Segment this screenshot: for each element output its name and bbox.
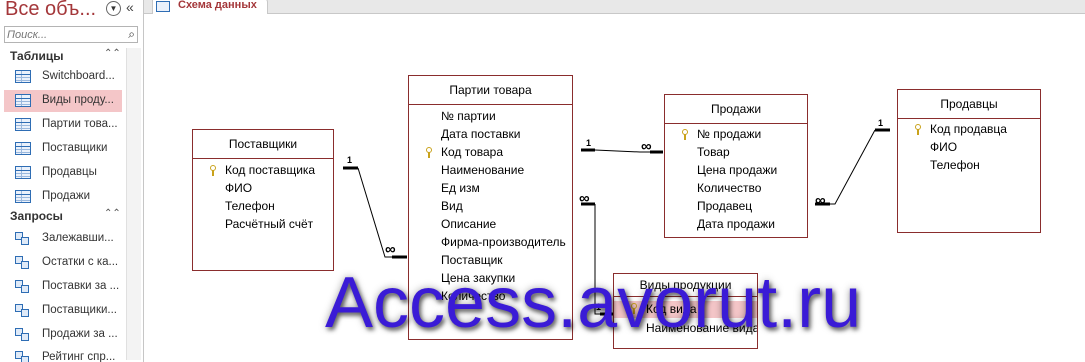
- nav-item-query[interactable]: Залежавши...: [4, 228, 122, 250]
- relation-one-label: 1: [878, 118, 884, 128]
- relation-many-label: ∞: [641, 138, 652, 155]
- group-header-tables[interactable]: Таблицы ⌃⌃: [0, 48, 142, 66]
- field-name[interactable]: Расчётный счёт: [225, 217, 313, 231]
- nav-item-query[interactable]: Остатки с ка...: [4, 252, 122, 274]
- group-label-tables: Таблицы: [10, 49, 64, 63]
- nav-item-table[interactable]: Switchboard...: [4, 66, 122, 88]
- query-icon: [15, 232, 31, 246]
- nav-item-label: Поставки за ...: [42, 280, 120, 292]
- table-box-sellers[interactable]: Продавцы Код продавца ФИО Телефон: [897, 89, 1041, 233]
- field-name[interactable]: Описание: [441, 217, 496, 231]
- nav-item-label: Рейтинг спр...: [42, 351, 116, 362]
- nav-item-label: Залежавши...: [42, 232, 114, 244]
- nav-item-label: Поставщики: [42, 142, 108, 154]
- nav-item-label: Виды проду...: [42, 94, 114, 106]
- primary-key-icon: [914, 124, 923, 135]
- nav-item-label: Продавцы: [42, 166, 97, 178]
- field-name[interactable]: Ед изм: [441, 181, 480, 195]
- table-box-sales[interactable]: Продажи № продажи Товар Цена продажи Кол…: [664, 94, 808, 238]
- tab-label: Схема данных: [178, 0, 257, 11]
- group-header-queries[interactable]: Запросы ⌃⌃: [0, 208, 142, 226]
- relationships-icon: [156, 1, 170, 12]
- table-icon: [15, 190, 31, 203]
- search-icon[interactable]: ⌕: [128, 27, 135, 42]
- relation-many-label: ∞: [579, 190, 590, 207]
- nav-item-query[interactable]: Продажи за ...: [4, 324, 122, 346]
- table-title[interactable]: Продавцы: [898, 90, 1040, 119]
- shutter-bar-collapse-icon[interactable]: «: [126, 0, 134, 15]
- field-name[interactable]: № продажи: [697, 127, 761, 141]
- relation-line[interactable]: [815, 128, 890, 206]
- nav-item-label: Поставщики...: [42, 304, 117, 316]
- table-title[interactable]: Продажи: [665, 95, 807, 124]
- nav-pane-title[interactable]: Все объ...: [5, 0, 96, 21]
- query-icon: [15, 256, 31, 270]
- field-name[interactable]: Количество: [697, 181, 761, 195]
- field-name[interactable]: ФИО: [225, 181, 252, 195]
- field-name[interactable]: Товар: [697, 145, 730, 159]
- field-name[interactable]: Продавец: [697, 199, 752, 213]
- search-box: ⌕: [4, 26, 138, 43]
- nav-menu-dropdown-icon[interactable]: ▼: [106, 1, 121, 16]
- field-name[interactable]: Телефон: [225, 199, 275, 213]
- field-name[interactable]: Наименование: [441, 163, 524, 177]
- nav-scrollbar[interactable]: [126, 48, 141, 360]
- nav-item-table[interactable]: Продавцы: [4, 162, 122, 184]
- field-name[interactable]: Дата продажи: [697, 217, 775, 231]
- table-icon: [15, 142, 31, 155]
- field-name[interactable]: Телефон: [930, 158, 980, 172]
- nav-item-query[interactable]: Поставки за ...: [4, 276, 122, 298]
- query-icon: [15, 351, 31, 362]
- table-box-suppliers[interactable]: Поставщики Код поставщика ФИО Телефон Ра…: [192, 129, 334, 271]
- group-label-queries: Запросы: [10, 209, 63, 223]
- table-icon: [15, 94, 31, 107]
- field-name[interactable]: Вид: [441, 199, 463, 213]
- navigation-pane: Все объ... ▼ « ⌕ Таблицы ⌃⌃ Switchboard.…: [0, 0, 144, 362]
- table-icon: [15, 70, 31, 83]
- field-name[interactable]: Код поставщика: [225, 163, 315, 177]
- relation-one-label: 1: [347, 155, 353, 165]
- relation-many-label: ∞: [815, 192, 826, 209]
- tab-relationships[interactable]: Схема данных: [152, 0, 268, 14]
- table-title[interactable]: Партии товара: [409, 76, 572, 105]
- relation-many-label: ∞: [385, 241, 396, 258]
- nav-item-query[interactable]: Рейтинг спр...: [4, 347, 122, 362]
- field-name[interactable]: Код товара: [441, 145, 503, 159]
- primary-key-icon: [681, 129, 690, 140]
- nav-item-label: Продажи: [42, 190, 91, 202]
- query-icon: [15, 328, 31, 342]
- field-name[interactable]: Дата поставки: [441, 127, 520, 141]
- relation-line[interactable]: [343, 166, 407, 259]
- primary-key-icon: [425, 147, 434, 158]
- document-tab-strip: [144, 0, 1085, 14]
- field-name[interactable]: Код продавца: [930, 122, 1007, 136]
- table-icon: [15, 118, 31, 131]
- relation-one-label: 1: [586, 138, 592, 148]
- nav-item-label: Продажи за ...: [42, 328, 118, 340]
- primary-key-icon: [209, 165, 218, 176]
- nav-item-label: Остатки с ка...: [42, 256, 119, 268]
- table-title[interactable]: Поставщики: [193, 130, 333, 159]
- field-name[interactable]: Фирма-производитель: [441, 235, 566, 249]
- nav-item-table[interactable]: Продажи: [4, 186, 122, 208]
- nav-item-table-selected[interactable]: Виды проду...: [4, 90, 122, 112]
- search-input[interactable]: [5, 28, 119, 42]
- field-name[interactable]: № партии: [441, 109, 496, 123]
- watermark-text: Access.avorut.ru: [325, 263, 862, 343]
- chevron-up-icon[interactable]: ⌃⌃: [104, 48, 121, 59]
- query-icon: [15, 280, 31, 294]
- field-name[interactable]: ФИО: [930, 140, 957, 154]
- nav-item-table[interactable]: Поставщики: [4, 138, 122, 160]
- table-icon: [15, 166, 31, 179]
- query-icon: [15, 304, 31, 318]
- nav-item-label: Switchboard...: [42, 70, 115, 82]
- nav-item-query[interactable]: Поставщики...: [4, 300, 122, 322]
- chevron-up-icon[interactable]: ⌃⌃: [104, 208, 121, 219]
- nav-item-table[interactable]: Партии това...: [4, 114, 122, 136]
- field-name[interactable]: Цена продажи: [697, 163, 777, 177]
- nav-item-label: Партии това...: [42, 118, 118, 130]
